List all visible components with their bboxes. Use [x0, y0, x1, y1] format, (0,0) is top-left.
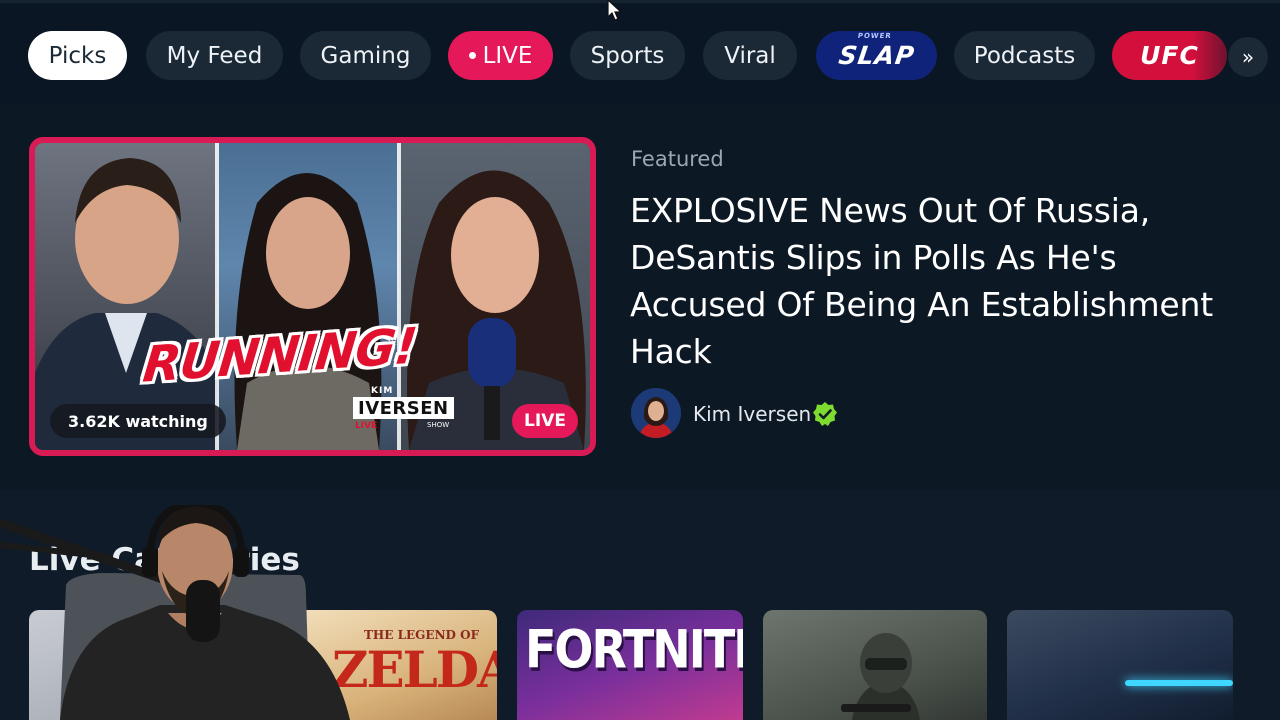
tab-live[interactable]: LIVE	[448, 31, 553, 80]
webcam-overlay	[0, 505, 350, 720]
rgb-light-bar	[1125, 680, 1233, 686]
show-logo-name: IVERSEN	[353, 397, 454, 419]
category-tile-pc-hardware[interactable]	[1007, 610, 1233, 720]
viewer-count: 3.62K watching	[68, 411, 208, 431]
viewer-count-badge: 3.62K watching	[50, 404, 226, 438]
soldier-icon	[841, 633, 920, 720]
double-chevron-right-icon: »	[1241, 45, 1255, 69]
tab-picks[interactable]: Picks	[28, 31, 127, 80]
tab-label: Podcasts	[973, 42, 1076, 69]
tab-sports[interactable]: Sports	[570, 31, 685, 80]
live-badge-label: LIVE	[524, 411, 566, 431]
power-slap-logo: POWER SLAP	[836, 32, 917, 70]
show-logo: KIM IVERSEN LIVE SHOW	[353, 386, 457, 434]
featured-title[interactable]: EXPLOSIVE News Out Of Russia, DeSantis S…	[630, 187, 1220, 375]
power-slap-logo-text: SLAP	[836, 41, 917, 70]
category-tile-fortnite[interactable]: FORTNITE	[517, 610, 743, 720]
ufc-logo: UFC	[1140, 41, 1199, 70]
panel-divider	[215, 143, 219, 450]
power-slap-logo-sub: POWER	[856, 32, 892, 40]
tab-label: Sports	[590, 42, 665, 69]
tab-viral[interactable]: Viral	[703, 31, 797, 80]
top-nav: Picks My Feed Gaming LIVE Sports Viral P…	[0, 0, 1280, 105]
show-logo-top: KIM	[371, 386, 394, 396]
tab-podcasts[interactable]: Podcasts	[954, 31, 1095, 80]
tab-power-slap[interactable]: POWER SLAP	[816, 31, 937, 80]
fortnite-title: FORTNITE	[525, 618, 743, 681]
tab-ufc[interactable]: UFC	[1112, 31, 1227, 80]
featured-stream-thumbnail[interactable]: RUNNING! KIM IVERSEN LIVE SHOW 3.62K wat…	[29, 137, 596, 456]
verified-check-icon	[813, 402, 837, 426]
featured-label: Featured	[631, 147, 724, 171]
tab-label: Viral	[724, 42, 776, 69]
tab-my-feed[interactable]: My Feed	[146, 31, 283, 80]
show-logo-live: LIVE	[355, 421, 378, 431]
tab-label: My Feed	[166, 42, 263, 69]
tab-label: Picks	[48, 42, 107, 69]
tab-gaming[interactable]: Gaming	[300, 31, 431, 80]
author-name[interactable]: Kim Iversen	[693, 402, 811, 426]
tab-label: Gaming	[320, 42, 411, 69]
mouse-cursor-icon	[607, 0, 623, 21]
nav-top-rule	[0, 0, 1280, 3]
category-tile-call-of-duty[interactable]	[763, 610, 987, 720]
live-badge: LIVE	[512, 404, 578, 438]
nav-more-button[interactable]: »	[1228, 37, 1268, 77]
avatar[interactable]	[631, 388, 681, 438]
author-avatar-image	[631, 388, 681, 438]
live-dot-icon	[468, 52, 476, 59]
tab-label: LIVE	[482, 42, 533, 69]
show-logo-tag: SHOW	[427, 421, 450, 429]
